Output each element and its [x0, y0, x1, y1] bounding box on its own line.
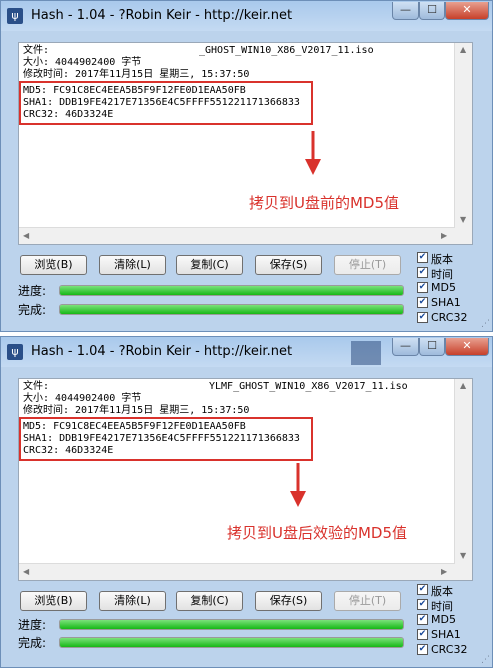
- browse-button[interactable]: 浏览(B): [20, 591, 87, 611]
- checkbox-label: CRC32: [431, 643, 468, 656]
- check-icon[interactable]: ✔: [417, 282, 428, 293]
- progress-bar: [59, 619, 404, 630]
- scroll-down-icon[interactable]: ▼: [460, 215, 466, 224]
- annotation-arrow-icon: [305, 131, 321, 175]
- complete-label: 完成:: [18, 636, 47, 650]
- complete-fill: [60, 305, 403, 314]
- maximize-button[interactable]: ☐: [419, 2, 445, 20]
- checkbox-label: CRC32: [431, 311, 468, 324]
- copy-button[interactable]: 复制(C): [176, 591, 243, 611]
- clear-button[interactable]: 清除(L): [99, 591, 166, 611]
- resize-grip-icon[interactable]: ⋰: [481, 655, 490, 665]
- complete-bar: [59, 304, 404, 315]
- check-icon[interactable]: ✔: [417, 599, 428, 610]
- modified-line: 修改时间: 2017年11月15日 星期三, 15:37:50: [23, 69, 250, 80]
- hash-output-box[interactable]: 文件: YLMF_GHOST_WIN10_X86_V2017_11.iso 大小…: [18, 378, 473, 581]
- check-icon[interactable]: ✔: [417, 267, 428, 278]
- clear-button[interactable]: 清除(L): [99, 255, 166, 275]
- scrollbar-corner: [455, 564, 472, 580]
- hash-app-icon: ψ: [7, 8, 23, 24]
- check-icon[interactable]: ✔: [417, 614, 428, 625]
- hash-highlight-box: [19, 81, 313, 125]
- stop-button[interactable]: 停止(T): [334, 255, 401, 275]
- check-icon[interactable]: ✔: [417, 584, 428, 595]
- window-title: Hash - 1.04 - ?Robin Keir - http://keir.…: [31, 344, 293, 359]
- scroll-up-icon[interactable]: ▲: [460, 45, 466, 54]
- resize-grip-icon[interactable]: ⋰: [481, 319, 490, 329]
- check-icon[interactable]: ✔: [417, 297, 428, 308]
- horizontal-scrollbar[interactable]: ◀ ▶: [19, 563, 455, 580]
- annotation-arrow-icon: [290, 463, 306, 507]
- background-window-fragment: [351, 341, 381, 365]
- size-line: 大小: 4044902400 字节: [23, 393, 142, 404]
- checkbox-label: MD5: [431, 613, 456, 626]
- annotation-text: 拷贝到U盘后效验的MD5值: [227, 524, 408, 542]
- hash-output-box[interactable]: 文件: _GHOST_WIN10_X86_V2017_11.iso 大小: 40…: [18, 42, 473, 245]
- complete-fill: [60, 638, 403, 647]
- horizontal-scrollbar[interactable]: ◀ ▶: [19, 227, 455, 244]
- check-icon[interactable]: ✔: [417, 252, 428, 263]
- title-bar[interactable]: ψ Hash - 1.04 - ?Robin Keir - http://kei…: [1, 1, 492, 31]
- minimize-button[interactable]: —: [392, 2, 419, 20]
- file-label: 文件:: [23, 381, 50, 392]
- checkbox-label: SHA1: [431, 296, 461, 309]
- checkbox-label: 时间: [431, 600, 453, 613]
- check-icon[interactable]: ✔: [417, 629, 428, 640]
- copy-button[interactable]: 复制(C): [176, 255, 243, 275]
- progress-fill: [60, 286, 403, 295]
- close-button[interactable]: ✕: [445, 2, 489, 20]
- file-name: _GHOST_WIN10_X86_V2017_11.iso: [199, 45, 374, 56]
- scroll-up-icon[interactable]: ▲: [460, 381, 466, 390]
- annotation-text: 拷贝到U盘前的MD5值: [249, 194, 400, 212]
- scrollbar-corner: [455, 228, 472, 244]
- checkbox-label: MD5: [431, 281, 456, 294]
- browse-button[interactable]: 浏览(B): [20, 255, 87, 275]
- progress-label: 进度:: [18, 618, 47, 632]
- save-button[interactable]: 保存(S): [255, 255, 322, 275]
- progress-label: 进度:: [18, 284, 47, 298]
- size-line: 大小: 4044902400 字节: [23, 57, 142, 68]
- checkbox-label: 版本: [431, 585, 453, 598]
- complete-bar: [59, 637, 404, 648]
- scroll-left-icon[interactable]: ◀: [23, 231, 29, 240]
- window-title: Hash - 1.04 - ?Robin Keir - http://keir.…: [31, 8, 293, 23]
- check-icon[interactable]: ✔: [417, 312, 428, 323]
- scroll-down-icon[interactable]: ▼: [460, 551, 466, 560]
- check-icon[interactable]: ✔: [417, 644, 428, 655]
- vertical-scrollbar[interactable]: ▲ ▼: [454, 379, 472, 565]
- file-label: 文件:: [23, 45, 50, 56]
- hash-window-after: ψ Hash - 1.04 - ?Robin Keir - http://kei…: [0, 336, 493, 668]
- hash-window-before: ψ Hash - 1.04 - ?Robin Keir - http://kei…: [0, 0, 493, 332]
- hash-app-icon: ψ: [7, 344, 23, 360]
- title-bar[interactable]: ψ Hash - 1.04 - ?Robin Keir - http://kei…: [1, 337, 492, 367]
- file-name: YLMF_GHOST_WIN10_X86_V2017_11.iso: [209, 381, 408, 392]
- checkbox-label: SHA1: [431, 628, 461, 641]
- save-button[interactable]: 保存(S): [255, 591, 322, 611]
- vertical-scrollbar[interactable]: ▲ ▼: [454, 43, 472, 229]
- hash-highlight-box: [19, 417, 313, 461]
- minimize-button[interactable]: —: [392, 338, 419, 356]
- close-button[interactable]: ✕: [445, 338, 489, 356]
- modified-line: 修改时间: 2017年11月15日 星期三, 15:37:50: [23, 405, 250, 416]
- scroll-right-icon[interactable]: ▶: [441, 567, 447, 576]
- progress-fill: [60, 620, 403, 629]
- scroll-right-icon[interactable]: ▶: [441, 231, 447, 240]
- checkbox-label: 时间: [431, 268, 453, 281]
- progress-bar: [59, 285, 404, 296]
- checkbox-label: 版本: [431, 253, 453, 266]
- maximize-button[interactable]: ☐: [419, 338, 445, 356]
- complete-label: 完成:: [18, 303, 47, 317]
- scroll-left-icon[interactable]: ◀: [23, 567, 29, 576]
- stop-button[interactable]: 停止(T): [334, 591, 401, 611]
